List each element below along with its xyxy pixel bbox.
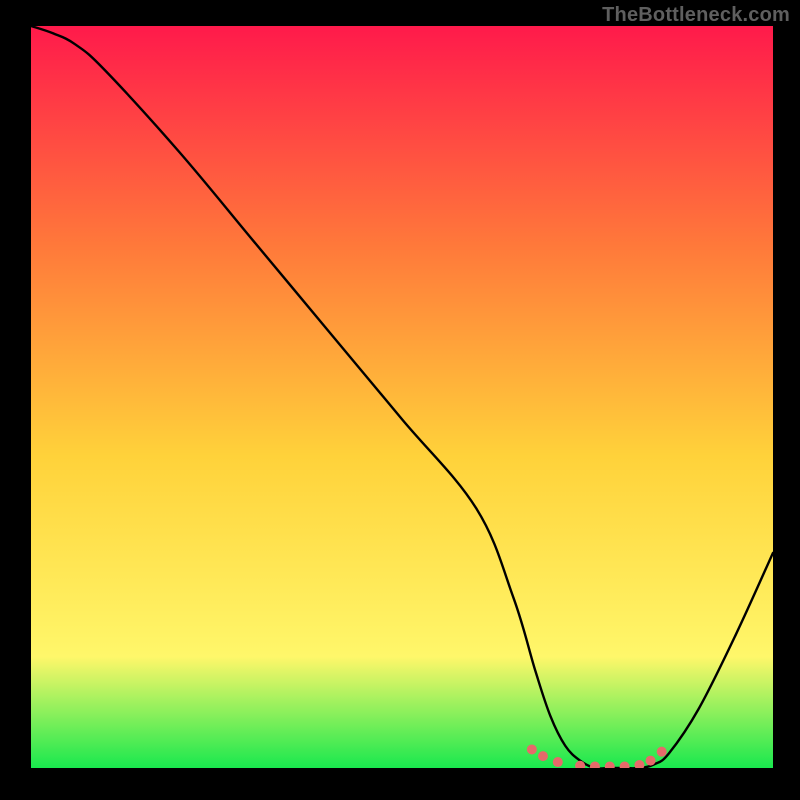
chart-stage: TheBottleneck.com <box>0 0 800 800</box>
chart-svg <box>31 26 773 768</box>
marker-dot <box>553 757 563 767</box>
gradient-background <box>31 26 773 768</box>
watermark-text: TheBottleneck.com <box>602 4 790 27</box>
marker-dot <box>527 744 537 754</box>
marker-dot <box>538 751 548 761</box>
chart-plot-area <box>31 26 773 768</box>
marker-dot <box>646 756 656 766</box>
marker-dot <box>657 747 667 757</box>
